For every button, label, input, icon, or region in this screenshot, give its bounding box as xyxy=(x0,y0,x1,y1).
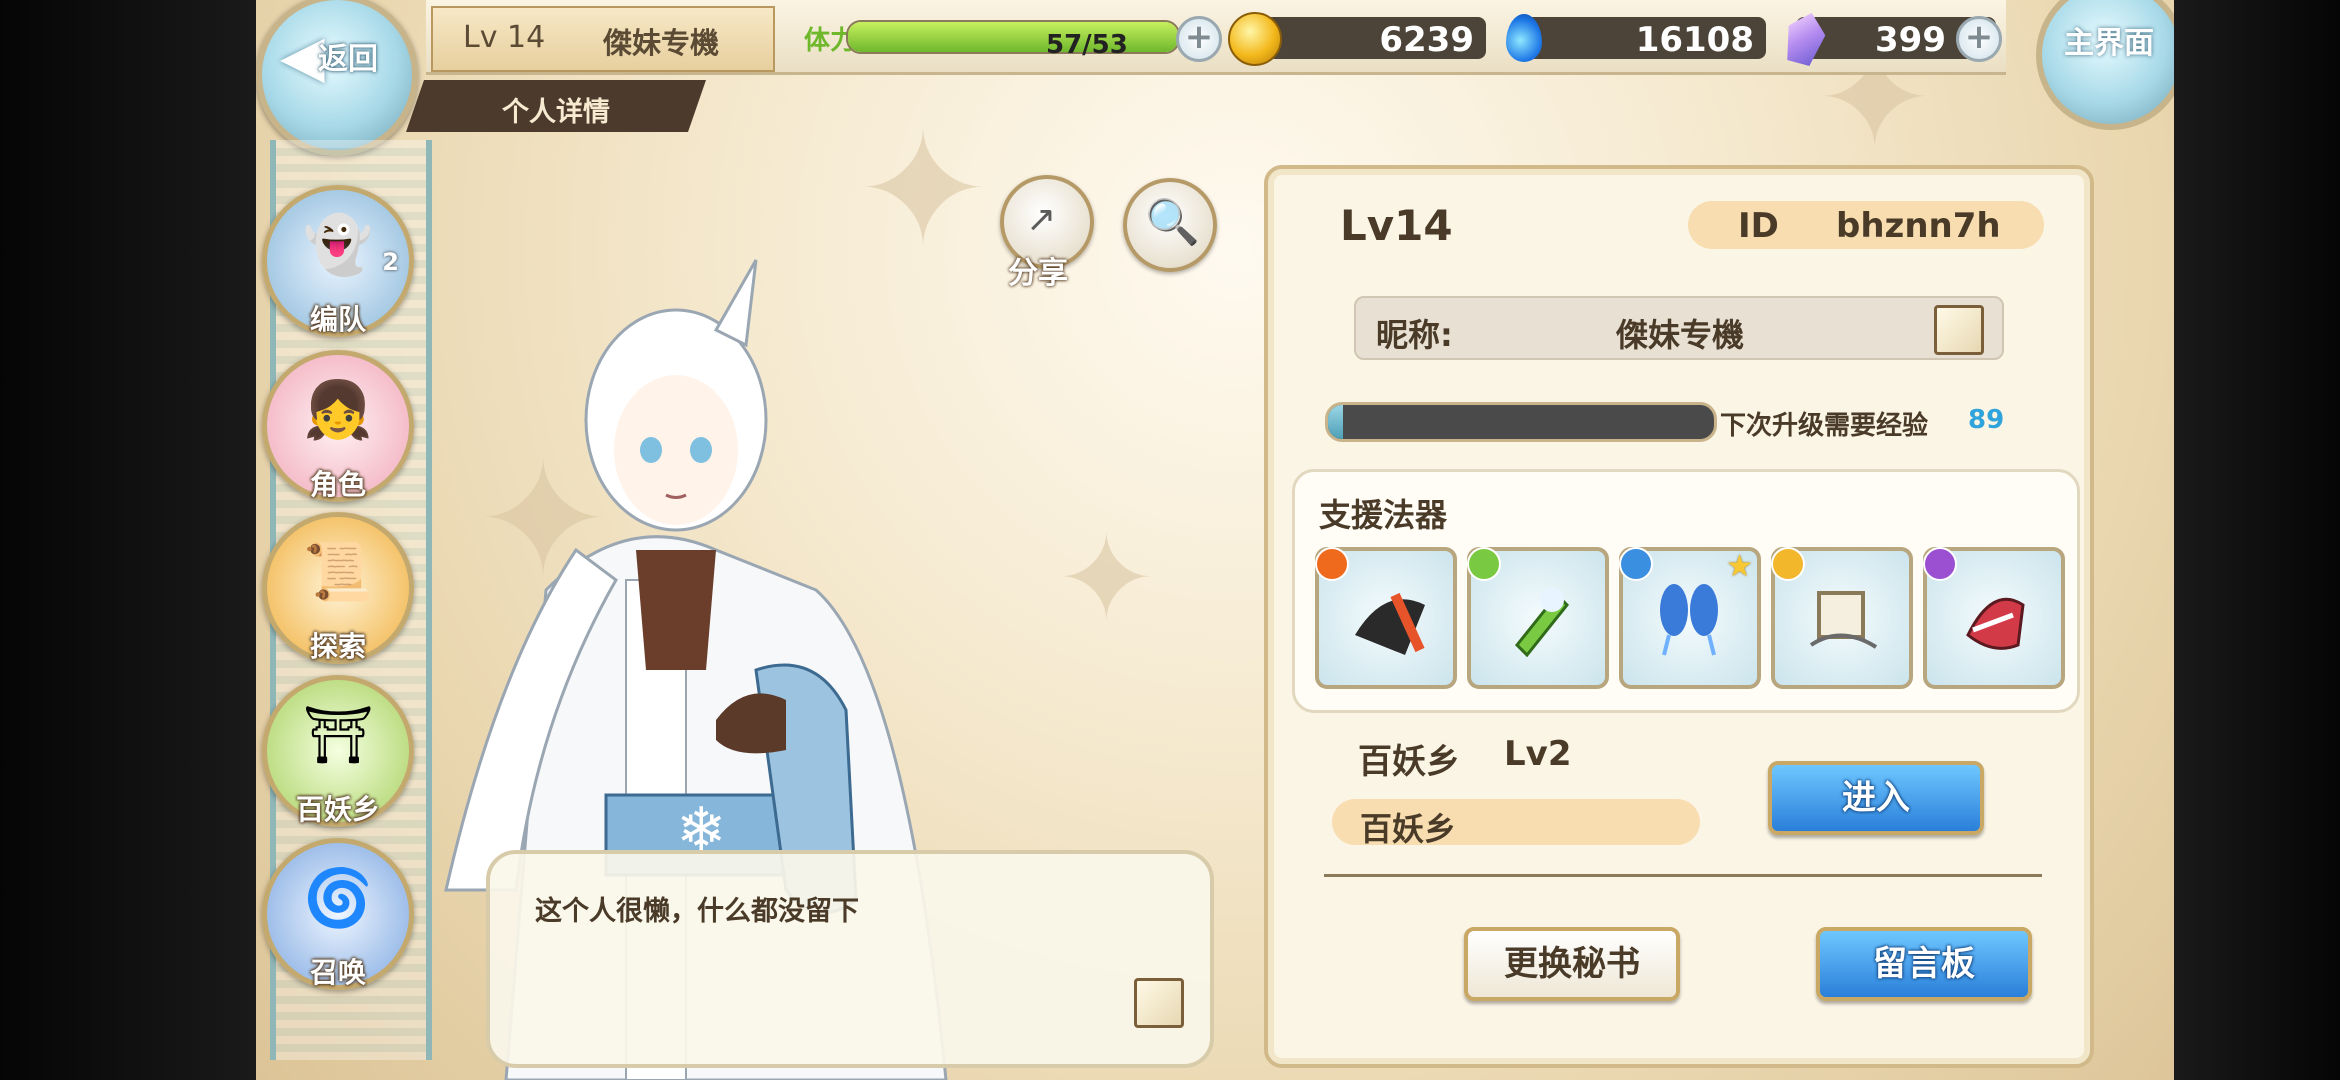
player-id-box: ID bhznn7h xyxy=(1688,201,2044,249)
sparkle-decoration: ✦ xyxy=(1056,510,1157,649)
nickname-value: 傑妹专機 xyxy=(1616,316,1745,354)
light-element-icon xyxy=(1771,547,1805,581)
id-label: ID xyxy=(1738,206,1779,246)
home-label: 主界面 xyxy=(2064,26,2154,61)
left-black-margin xyxy=(0,0,256,1080)
nickname-field: 昵称: 傑妹专機 xyxy=(1354,296,2004,360)
support-artifact-slot[interactable] xyxy=(1467,547,1609,689)
exp-bar xyxy=(1325,402,1717,442)
level-banner: Lv 14 傑妹专機 xyxy=(431,6,775,72)
share-icon: ↗ xyxy=(1026,199,1057,240)
panel-divider xyxy=(1324,874,2042,877)
village-name-bar: 百妖乡 xyxy=(1332,799,1700,848)
message-board-button[interactable]: 留言板 xyxy=(1816,927,2032,1001)
right-black-margin xyxy=(2174,0,2340,1080)
enter-village-button[interactable]: 进入 xyxy=(1768,761,1984,835)
water-element-icon xyxy=(1619,547,1653,581)
add-crystal-button[interactable]: + xyxy=(1956,16,2002,62)
artifact-icon xyxy=(1355,592,1425,655)
edit-nickname-icon[interactable] xyxy=(1934,305,1984,355)
support-artifact-slot[interactable]: ★ xyxy=(1619,547,1761,689)
add-stamina-button[interactable]: + xyxy=(1176,16,1222,62)
support-artifact-slot[interactable] xyxy=(1923,547,2065,689)
exp-bar-fill xyxy=(1328,405,1344,439)
back-label: 返回 xyxy=(318,42,378,77)
stamina-bar-fill xyxy=(848,22,1178,52)
gold-value: 6239 xyxy=(1379,20,1474,60)
exp-value: 89 xyxy=(1968,405,2005,435)
signature-text: 这个人很懒，什么都没留下 xyxy=(535,896,859,927)
profile-level: Lv14 xyxy=(1340,201,1453,250)
stamina-value: 57/53 xyxy=(1046,30,1128,60)
wind-element-icon xyxy=(1467,547,1501,581)
page-title-tab: 个人详情 xyxy=(406,80,706,132)
exp-label: 下次升级需要经验 xyxy=(1720,411,1929,441)
village-level: Lv2 xyxy=(1504,734,1572,774)
nickname-label: 昵称: xyxy=(1376,316,1453,354)
game-view: ✦ ✦ ✦ ✦ Lv 14 傑妹专機 个人详情 ◀ 返回 体力 57/53 + … xyxy=(256,0,2174,1080)
soul-counter: 16108 xyxy=(1524,17,1766,60)
home-button[interactable]: 主界面 xyxy=(2036,0,2174,130)
edit-signature-icon[interactable] xyxy=(1134,978,1184,1028)
stamina-bar xyxy=(846,20,1180,54)
artifact-icon xyxy=(1966,597,2025,650)
id-value: bhznn7h xyxy=(1836,206,2001,246)
search-button[interactable]: 🔍 xyxy=(1123,178,1217,272)
crystal-value: 399 xyxy=(1875,20,1946,60)
dark-element-icon xyxy=(1923,547,1957,581)
profile-panel: Lv14 ID bhznn7h 昵称: 傑妹专機 下次升级需要经验 89 支援法… xyxy=(1264,165,2094,1068)
fire-element-icon xyxy=(1315,547,1349,581)
support-artifacts-box: 支援法器 ★ xyxy=(1292,469,2080,713)
player-nickname: 傑妹专機 xyxy=(603,26,720,60)
gold-coin-icon xyxy=(1228,12,1282,66)
star-icon: ★ xyxy=(1726,549,1753,584)
village-name: 百妖乡 xyxy=(1360,810,1457,848)
player-level: Lv 14 xyxy=(463,20,546,55)
back-button[interactable]: ◀ 返回 xyxy=(256,0,418,156)
share-label: 分享 xyxy=(1008,256,1068,291)
magnifier-icon: 🔍 xyxy=(1145,197,1200,248)
village-title: 百妖乡 xyxy=(1358,742,1460,782)
support-artifact-slot[interactable] xyxy=(1315,547,1457,689)
signature-dialog: 这个人很懒，什么都没留下 xyxy=(486,850,1214,1068)
artifact-icon xyxy=(1660,584,1718,656)
page-title: 个人详情 xyxy=(502,97,610,128)
sparkle-decoration: ✦ xyxy=(856,96,991,283)
soul-value: 16108 xyxy=(1635,20,1754,60)
support-artifact-slot[interactable] xyxy=(1771,547,1913,689)
artifact-icon xyxy=(1809,591,1878,649)
artifact-icon xyxy=(1514,588,1570,658)
screen: ✦ ✦ ✦ ✦ Lv 14 傑妹专機 个人详情 ◀ 返回 体力 57/53 + … xyxy=(0,0,2340,1080)
gold-counter: 6239 xyxy=(1256,17,1486,60)
change-secretary-button[interactable]: 更换秘书 xyxy=(1464,927,1680,1001)
support-title: 支援法器 xyxy=(1319,496,1448,534)
